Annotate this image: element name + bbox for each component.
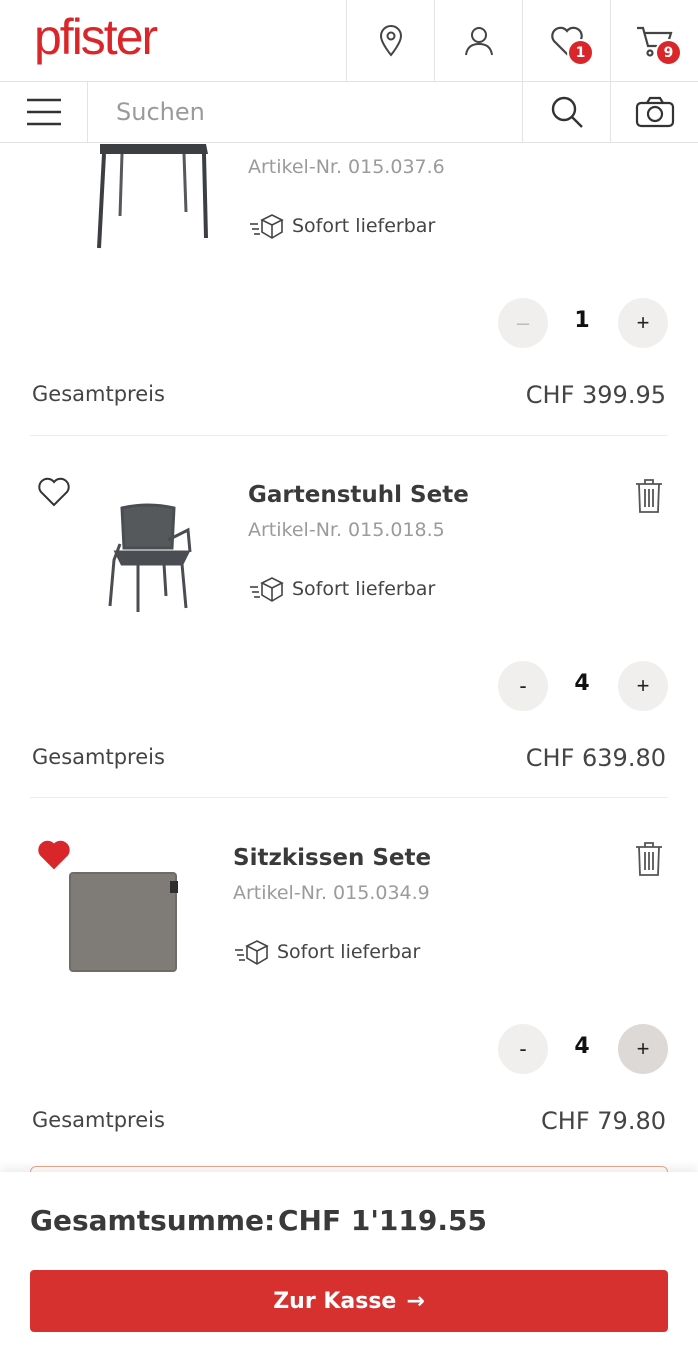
total-price-value: CHF 79.80 bbox=[541, 1107, 666, 1135]
header-search-row bbox=[0, 82, 698, 143]
trash-icon[interactable] bbox=[634, 841, 664, 877]
user-icon bbox=[464, 27, 493, 56]
availability-label: Sofort lieferbar bbox=[277, 941, 421, 963]
search-button[interactable] bbox=[522, 82, 610, 142]
account-button[interactable] bbox=[434, 0, 522, 82]
delivery-box-icon bbox=[250, 214, 284, 239]
search-input[interactable] bbox=[100, 92, 510, 132]
decrease-quantity-button[interactable]: – bbox=[498, 298, 548, 348]
total-price-label: Gesamtpreis bbox=[32, 382, 165, 406]
camera-icon bbox=[635, 96, 674, 128]
availability-label: Sofort lieferbar bbox=[292, 215, 436, 237]
hamburger-menu-icon bbox=[26, 98, 61, 126]
cart-count-badge: 9 bbox=[655, 39, 682, 66]
increase-quantity-button[interactable]: + bbox=[618, 661, 668, 711]
garden-chair-image bbox=[108, 503, 192, 612]
article-number: Artikel-Nr. 015.037.6 bbox=[248, 156, 445, 178]
trash-icon[interactable] bbox=[634, 478, 664, 514]
decrease-quantity-button[interactable]: - bbox=[498, 661, 548, 711]
total-price-value: CHF 639.80 bbox=[525, 744, 666, 772]
grand-total-label: Gesamtsumme: bbox=[30, 1204, 276, 1237]
seat-cushion-image bbox=[69, 872, 178, 972]
product-name[interactable]: Gartenstuhl Sete bbox=[248, 482, 469, 508]
decrease-quantity-button[interactable]: - bbox=[498, 1024, 548, 1074]
availability-status: Sofort lieferbar bbox=[248, 212, 435, 240]
total-price-label: Gesamtpreis bbox=[32, 1108, 165, 1132]
increase-quantity-button[interactable]: + bbox=[618, 298, 668, 348]
wishlist-count-badge: 1 bbox=[567, 39, 594, 66]
checkout-footer: Gesamtsumme: CHF 1'119.55 Zur Kasse → bbox=[0, 1172, 698, 1350]
availability-label: Sofort lieferbar bbox=[292, 578, 436, 600]
site-header: pfister 1 9 bbox=[0, 0, 698, 143]
article-number: Artikel-Nr. 015.034.9 bbox=[233, 882, 430, 904]
store-locator-button[interactable] bbox=[346, 0, 434, 82]
pfister-logo[interactable]: pfister bbox=[34, 8, 158, 66]
garden-table-image bbox=[97, 144, 208, 249]
checkout-label: Zur Kasse bbox=[273, 1288, 397, 1314]
increase-quantity-button[interactable]: + bbox=[618, 1024, 668, 1074]
checkout-button[interactable]: Zur Kasse → bbox=[30, 1270, 668, 1332]
wishlist-button[interactable]: 1 bbox=[522, 0, 610, 82]
arrow-right-icon: → bbox=[406, 1288, 425, 1314]
location-pin-icon bbox=[379, 25, 402, 57]
total-price-label: Gesamtpreis bbox=[32, 745, 165, 769]
availability-status: Sofort lieferbar bbox=[233, 938, 420, 966]
quantity-value: 1 bbox=[574, 308, 590, 333]
product-name[interactable]: Sitzkissen Sete bbox=[233, 845, 431, 871]
camera-search-button[interactable] bbox=[610, 82, 698, 142]
grand-total-value: CHF 1'119.55 bbox=[278, 1204, 487, 1237]
quantity-value: 4 bbox=[574, 1034, 590, 1059]
availability-status: Sofort lieferbar bbox=[248, 575, 435, 603]
quantity-value: 4 bbox=[574, 671, 590, 696]
cart-item: Gartenstuhl Sete Artikel-Nr. 015.018.5 S… bbox=[0, 436, 698, 798]
favorite-heart-filled-icon[interactable] bbox=[36, 839, 72, 871]
search-icon bbox=[551, 96, 583, 128]
delivery-box-icon bbox=[250, 577, 284, 602]
favorite-heart-icon[interactable] bbox=[36, 476, 72, 508]
delivery-box-icon bbox=[235, 940, 269, 965]
header-top-row: pfister 1 9 bbox=[0, 0, 698, 82]
menu-button[interactable] bbox=[0, 82, 88, 142]
cart-item: Sitzkissen Sete Artikel-Nr. 015.034.9 So… bbox=[0, 799, 698, 1169]
total-price-value: CHF 399.95 bbox=[525, 381, 666, 409]
article-number: Artikel-Nr. 015.018.5 bbox=[248, 519, 445, 541]
cart-button[interactable]: 9 bbox=[610, 0, 698, 82]
item-divider bbox=[30, 797, 668, 798]
